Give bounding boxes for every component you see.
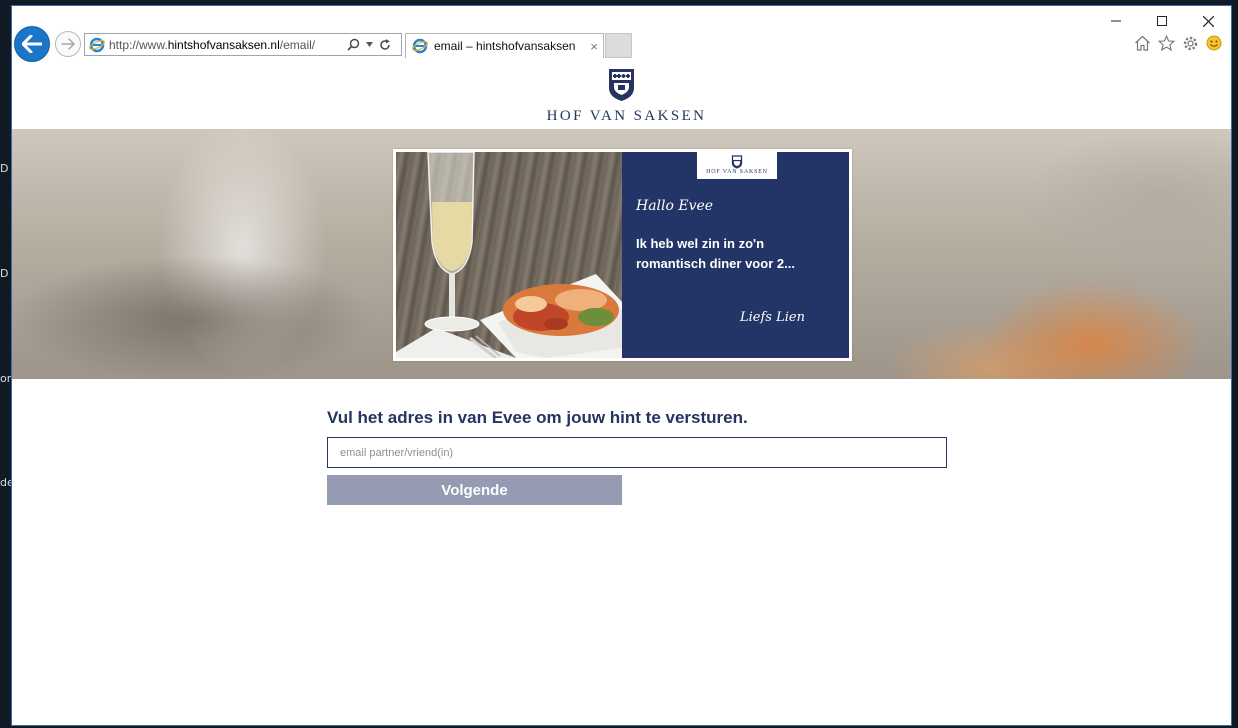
email-form: Vul het adres in van Evee om jouw hint t…	[327, 408, 947, 505]
site-header: HOF VAN SAKSEN	[12, 61, 1231, 129]
card-message-panel: HOF VAN SAKSEN Hallo Evee Ik heb wel zin…	[622, 152, 849, 358]
form-heading: Vul het adres in van Evee om jouw hint t…	[327, 408, 748, 427]
search-icon[interactable]	[347, 38, 360, 51]
card-logo: HOF VAN SAKSEN	[697, 152, 777, 179]
address-bar[interactable]: http://www.hintshofvansaksen.nl/email/	[84, 33, 402, 56]
url-domain: hintshofvansaksen.nl	[167, 37, 280, 52]
hint-card: HOF VAN SAKSEN Hallo Evee Ik heb wel zin…	[393, 149, 852, 361]
back-button[interactable]	[14, 26, 50, 62]
url-prefix: http://www.	[109, 37, 168, 52]
browser-window: http://www.hintshofvansaksen.nl/email/ e…	[11, 5, 1232, 726]
email-field[interactable]	[327, 437, 947, 468]
maximize-button[interactable]	[1139, 10, 1185, 32]
card-logo-text: HOF VAN SAKSEN	[706, 169, 768, 175]
url-path: /email/	[279, 37, 316, 52]
tab-title: email – hintshofvansaksen	[434, 39, 576, 53]
tab-close-button[interactable]: ×	[585, 39, 603, 54]
site-logo-text[interactable]: HOF VAN SAKSEN	[12, 108, 1231, 125]
window-controls	[1093, 10, 1231, 32]
favorites-star-icon[interactable]	[1157, 34, 1175, 52]
close-icon	[1202, 15, 1214, 27]
hof-van-saksen-crest-icon	[731, 155, 743, 169]
maximize-icon	[1157, 16, 1167, 26]
card-greeting: Hallo Evee	[636, 198, 714, 214]
minimize-button[interactable]	[1093, 10, 1139, 32]
url-text[interactable]: http://www.hintshofvansaksen.nl/email/	[109, 38, 341, 52]
ie-logo-icon	[412, 38, 428, 54]
card-signoff: Liefs Lien	[740, 310, 805, 325]
refresh-icon[interactable]	[379, 38, 391, 51]
home-icon[interactable]	[1133, 34, 1151, 52]
arrow-left-icon	[22, 35, 42, 53]
settings-gear-icon[interactable]	[1181, 34, 1199, 52]
hero-banner: HOF VAN SAKSEN Hallo Evee Ik heb wel zin…	[12, 129, 1231, 379]
dinner-photo	[396, 152, 622, 358]
feedback-smiley-icon[interactable]	[1205, 34, 1223, 52]
forward-button[interactable]	[55, 31, 81, 57]
chevron-down-icon[interactable]	[366, 42, 373, 47]
tab-email[interactable]: email – hintshofvansaksen ×	[405, 33, 604, 58]
card-message: Ik heb wel zin in zo'n romantisch diner …	[636, 236, 795, 271]
new-tab-button[interactable]	[605, 33, 632, 58]
minimize-icon	[1111, 20, 1121, 22]
close-window-button[interactable]	[1185, 10, 1231, 32]
next-button[interactable]: Volgende	[327, 475, 622, 505]
hof-van-saksen-crest-icon[interactable]	[608, 68, 635, 102]
ie-logo-icon	[89, 37, 105, 52]
toolbar-icons	[1133, 34, 1223, 52]
arrow-right-icon	[61, 38, 75, 50]
